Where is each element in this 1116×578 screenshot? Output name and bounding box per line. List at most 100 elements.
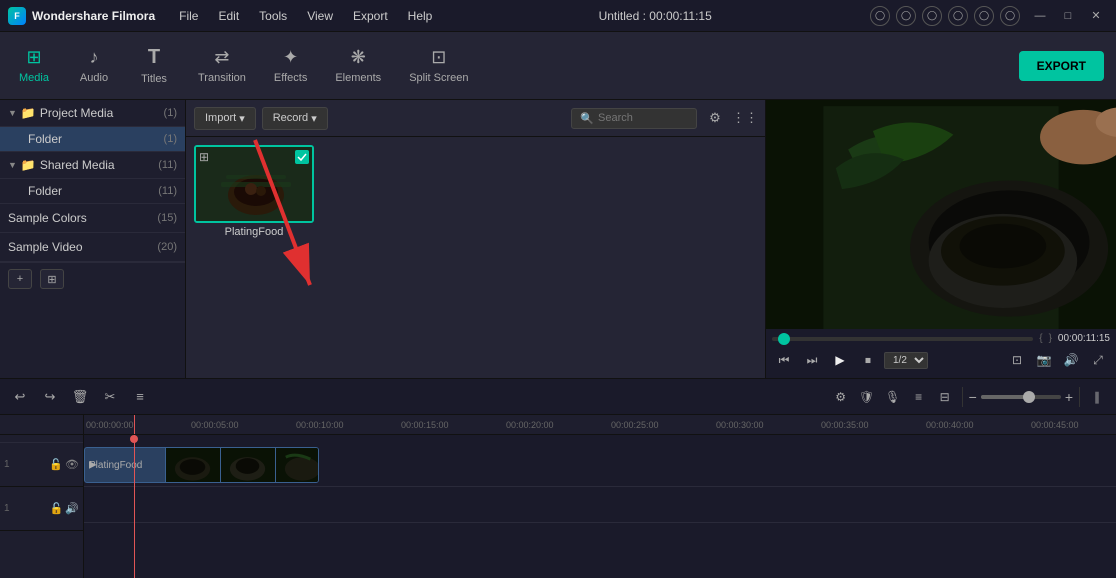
- step-back-button[interactable]: ⏮: [772, 348, 796, 372]
- import-label: Import: [205, 112, 236, 124]
- tab-titles[interactable]: T Titles: [124, 40, 184, 91]
- timeline-divider2: [1079, 387, 1080, 407]
- voice-record-icon[interactable]: 🎙: [882, 386, 904, 408]
- project-media-section: ▼ 📁 Project Media (1) Folder (1): [0, 100, 185, 152]
- menu-file[interactable]: File: [171, 7, 206, 25]
- stop-button[interactable]: ⏹: [856, 348, 880, 372]
- export-button[interactable]: EXPORT: [1019, 51, 1104, 81]
- ruler-tick-1: 00:00:05:00: [191, 420, 239, 430]
- close-button[interactable]: ✕: [1084, 4, 1108, 28]
- track1-lock-icon[interactable]: 🔓: [49, 458, 63, 471]
- sample-video-count: (20): [157, 241, 177, 253]
- frame-back-button[interactable]: ⏭: [800, 348, 824, 372]
- fullscreen-icon[interactable]: ⤢: [1086, 348, 1110, 372]
- minimize-button[interactable]: —: [1028, 4, 1052, 28]
- new-folder-button[interactable]: +: [8, 269, 32, 289]
- progress-bar[interactable]: [772, 337, 1033, 341]
- timeline-settings-icon[interactable]: ∥: [1086, 386, 1108, 408]
- project-media-header[interactable]: ▼ 📁 Project Media (1): [0, 100, 185, 127]
- tab-elements[interactable]: ❋ Elements: [321, 41, 395, 90]
- zoom-out-button[interactable]: −: [969, 389, 977, 405]
- audio1-lock-icon[interactable]: 🔓: [50, 502, 64, 515]
- timeline-right-controls: ⚙ 🛡 🎙 ≡ ⊟ − + ∥: [830, 386, 1108, 408]
- shared-media-label: Shared Media: [40, 158, 115, 172]
- play-button[interactable]: ▶: [828, 348, 852, 372]
- window-title: Untitled : 00:00:11:15: [440, 9, 870, 23]
- media-item-platingfood[interactable]: ⊞ PlatingFood: [194, 145, 314, 238]
- elements-tab-label: Elements: [335, 72, 381, 84]
- project-media-label: Project Media: [40, 106, 113, 120]
- shared-media-folder-item[interactable]: Folder (11): [0, 179, 185, 204]
- subtitle-icon[interactable]: ≡: [908, 386, 930, 408]
- fit-view-icon[interactable]: ⊡: [1005, 348, 1029, 372]
- snapshot-icon[interactable]: 📷: [1032, 348, 1056, 372]
- storage-icon[interactable]: ◯: [948, 6, 968, 26]
- video-clip-platingfood[interactable]: ▶ PlatingFood: [84, 447, 319, 483]
- titles-tab-label: Titles: [141, 73, 167, 85]
- record-label: Record: [273, 112, 308, 124]
- volume-icon[interactable]: 🔊: [1059, 348, 1083, 372]
- track-labels: 1 🔓 👁 1 🔓 🔊: [0, 435, 84, 578]
- project-media-folder-icon: 📁: [21, 106, 36, 120]
- filter-icon[interactable]: ⚙: [703, 106, 727, 130]
- grid-view-icon[interactable]: ⋮⋮: [733, 106, 757, 130]
- zoom-handle[interactable]: [1023, 391, 1035, 403]
- profile-icon[interactable]: ◯: [922, 6, 942, 26]
- sample-colors-label: Sample Colors: [8, 211, 87, 225]
- new-bin-button[interactable]: ⊞: [40, 269, 64, 289]
- tab-media[interactable]: ⊞ Media: [4, 41, 64, 90]
- track1-eye-icon[interactable]: 👁: [65, 458, 79, 471]
- download-icon[interactable]: ◯: [1000, 6, 1020, 26]
- menu-view[interactable]: View: [299, 7, 341, 25]
- audio1-volume-icon[interactable]: 🔊: [65, 502, 79, 515]
- search-icon: 🔍: [580, 112, 594, 125]
- account-icon[interactable]: ◯: [870, 6, 890, 26]
- ruler-tick-4: 00:00:20:00: [506, 420, 554, 430]
- video-track-row: ▶ PlatingFood: [84, 443, 1116, 487]
- media-tab-label: Media: [19, 72, 49, 84]
- media-thumb-platingfood[interactable]: ⊞: [194, 145, 314, 223]
- clip-thumbnails: [165, 448, 318, 482]
- clip-thumb-1: [165, 448, 220, 482]
- tab-effects[interactable]: ✦ Effects: [260, 41, 321, 90]
- timeline-ruler: 00:00:00:00 00:00:05:00 00:00:10:00 00:0…: [84, 415, 1116, 435]
- maximize-button[interactable]: □: [1056, 4, 1080, 28]
- shared-folder-count: (11): [158, 185, 177, 197]
- motion-track-icon[interactable]: 🛡: [856, 386, 878, 408]
- main-toolbar: ⊞ Media ♪ Audio T Titles ⇄ Transition ✦ …: [0, 32, 1116, 100]
- tab-transition[interactable]: ⇄ Transition: [184, 41, 260, 90]
- undo-button[interactable]: ↩: [8, 385, 32, 409]
- speed-select[interactable]: 1/2: [884, 352, 928, 369]
- menu-tools[interactable]: Tools: [251, 7, 295, 25]
- playhead-indicator: [130, 435, 138, 443]
- zoom-bar[interactable]: [981, 395, 1061, 399]
- adjust-button[interactable]: ≡: [128, 385, 152, 409]
- search-input[interactable]: [598, 112, 688, 124]
- menu-export[interactable]: Export: [345, 7, 396, 25]
- split-button[interactable]: ✂: [98, 385, 122, 409]
- notification-icon[interactable]: ◯: [896, 6, 916, 26]
- sample-colors-item[interactable]: Sample Colors (15): [0, 204, 185, 233]
- track-label-spacer: [0, 435, 83, 443]
- sample-video-item[interactable]: Sample Video (20): [0, 233, 185, 262]
- menu-help[interactable]: Help: [400, 7, 441, 25]
- delete-button[interactable]: 🗑: [68, 385, 92, 409]
- menu-edit[interactable]: Edit: [210, 7, 247, 25]
- redo-button[interactable]: ↪: [38, 385, 62, 409]
- search-box[interactable]: 🔍: [571, 108, 697, 129]
- progress-handle[interactable]: [778, 333, 790, 345]
- tab-splitscreen[interactable]: ⊡ Split Screen: [395, 41, 482, 90]
- mail-icon[interactable]: ◯: [974, 6, 994, 26]
- track1-controls: 🔓 👁: [49, 458, 79, 471]
- zoom-in-button[interactable]: +: [1065, 389, 1073, 405]
- effects-tab-label: Effects: [274, 72, 307, 84]
- project-media-folder-item[interactable]: Folder (1): [0, 127, 185, 152]
- record-button[interactable]: Record ▾: [262, 107, 328, 130]
- render-icon[interactable]: ⚙: [830, 386, 852, 408]
- tab-audio[interactable]: ♪ Audio: [64, 41, 124, 90]
- pip-icon[interactable]: ⊟: [934, 386, 956, 408]
- import-button[interactable]: Import ▾: [194, 107, 256, 130]
- audio1-controls: 🔓 🔊: [50, 502, 79, 515]
- shared-media-header[interactable]: ▼ 📁 Shared Media (11): [0, 152, 185, 179]
- app-name: Wondershare Filmora: [32, 9, 155, 23]
